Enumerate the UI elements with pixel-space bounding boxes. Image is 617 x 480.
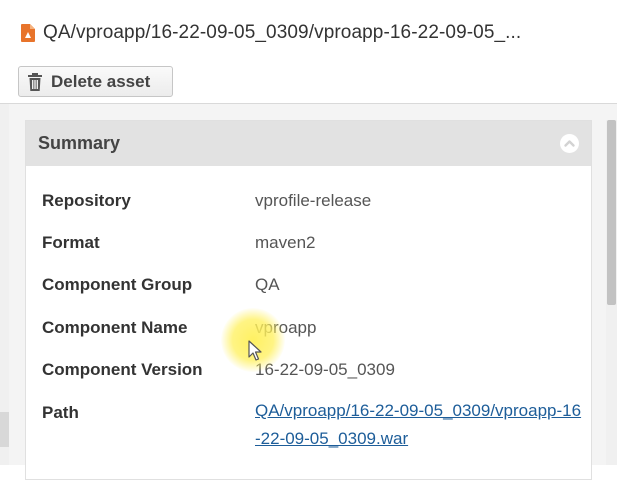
summary-row-repository: Repository vprofile-release: [42, 191, 572, 215]
format-label: Format: [42, 233, 100, 252]
asset-title-row: QA/vproapp/16-22-09-05_0309/vproapp-16-2…: [21, 20, 617, 46]
summary-panel-header[interactable]: Summary: [26, 121, 591, 166]
scrollbar-thumb[interactable]: [607, 120, 616, 305]
component-name-label: Component Name: [42, 318, 188, 337]
component-group-value: QA: [255, 275, 280, 294]
left-gutter-handle[interactable]: [0, 412, 9, 447]
asset-header: QA/vproapp/16-22-09-05_0309/vproapp-16-2…: [0, 0, 617, 104]
summary-row-component-name: Component Name vproapp: [42, 318, 572, 342]
left-gutter: [0, 104, 9, 465]
summary-row-component-version: Component Version 16-22-09-05_0309: [42, 360, 572, 384]
component-version-value: 16-22-09-05_0309: [255, 360, 395, 379]
summary-row-format: Format maven2: [42, 233, 572, 257]
path-link[interactable]: QA/vproapp/16-22-09-05_0309/vproapp-16-2…: [255, 397, 585, 453]
repository-value: vprofile-release: [255, 191, 372, 210]
component-group-label: Component Group: [42, 275, 193, 294]
component-version-label: Component Version: [42, 360, 203, 379]
path-label: Path: [42, 403, 79, 422]
summary-row-component-group: Component Group QA: [42, 275, 572, 299]
asset-title: QA/vproapp/16-22-09-05_0309/vproapp-16-2…: [43, 22, 522, 43]
collapse-summary-button[interactable]: [560, 134, 579, 153]
asset-details-content: Summary Repository vprofile-release Form…: [9, 104, 617, 480]
delete-asset-label: Delete asset: [51, 71, 151, 91]
summary-title: Summary: [38, 133, 121, 153]
format-value: maven2: [255, 233, 316, 252]
summary-row-path: Path QA/vproapp/16-22-09-05_0309/vproapp…: [42, 401, 581, 463]
repository-label: Repository: [42, 191, 131, 210]
chevron-up-icon: [564, 140, 575, 147]
file-archive-icon: [21, 24, 35, 42]
vertical-scrollbar[interactable]: [606, 120, 617, 465]
trash-icon: [28, 72, 42, 91]
summary-panel: Summary Repository vprofile-release Form…: [25, 120, 592, 480]
mouse-pointer-icon: [248, 340, 262, 361]
delete-asset-button[interactable]: Delete asset: [18, 66, 173, 97]
